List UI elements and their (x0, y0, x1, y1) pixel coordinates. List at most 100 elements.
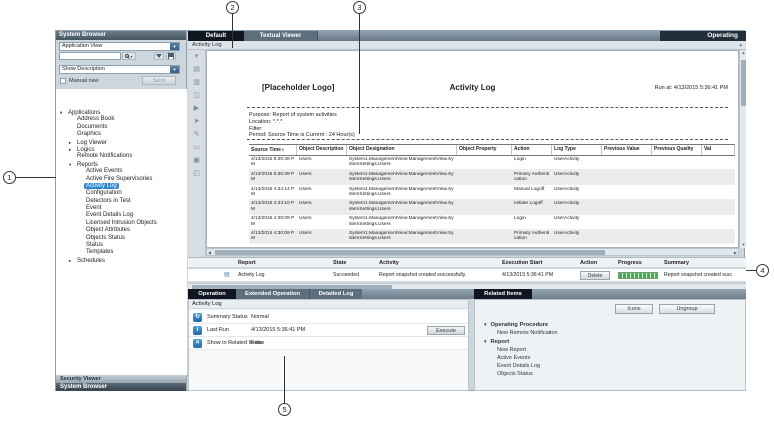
operating-mode-button[interactable]: Operating (660, 31, 746, 41)
layout-icon[interactable]: ▥ (191, 78, 203, 88)
search-input[interactable] (59, 52, 121, 60)
execute-button[interactable]: Execute (427, 326, 465, 335)
image-icon[interactable]: ▣ (191, 156, 203, 166)
tree-item[interactable]: Active Events (56, 168, 187, 175)
security-viewer-bar[interactable]: Security Viewer (56, 375, 186, 383)
execution-column-header[interactable]: Report (236, 258, 331, 267)
view-selector[interactable]: Application View ▼ (59, 42, 180, 51)
related-item[interactable]: New Report (483, 346, 741, 354)
tree-item[interactable]: ▸Logics (56, 146, 187, 153)
report-column-header[interactable]: Object Designation (347, 145, 457, 155)
frame-icon[interactable]: ◰ (191, 169, 203, 179)
tree-item[interactable]: Object Attributes (56, 227, 187, 234)
execution-column-header[interactable]: Action (578, 258, 616, 267)
tree-item[interactable]: Remote Notifications (56, 153, 187, 160)
report-row[interactable]: 4/13/2015 4:30:09 PMUsersSystem1.Managem… (249, 230, 735, 245)
report-column-header[interactable]: Object Description (297, 145, 347, 155)
summary-status-icon: ↻ (193, 313, 202, 322)
execution-column-header[interactable]: Progress (616, 258, 662, 267)
tab-extended-operation[interactable]: Extended Operation (236, 289, 310, 299)
report-column-header[interactable]: Log Type (552, 145, 602, 155)
edit-icon[interactable]: ✎ (191, 130, 203, 140)
chevron-down-icon[interactable]: ▼ (170, 43, 179, 50)
scroll-up-icon[interactable]: ▲ (740, 50, 747, 56)
save-search-button[interactable] (166, 52, 176, 60)
tree-item[interactable]: Documents (56, 124, 187, 131)
chevron-down-icon[interactable]: ▼ (170, 66, 179, 73)
tree-item[interactable]: ▾Reports (56, 161, 187, 168)
tab-related-items[interactable]: Related Items (474, 289, 532, 299)
chevron-down-icon[interactable]: ▼ (483, 322, 487, 327)
tree-item[interactable]: Activity Log (56, 183, 187, 190)
tree-item[interactable]: Objects Status (56, 235, 187, 242)
related-item[interactable]: New Remote Notification (483, 329, 741, 337)
run-report-icon[interactable]: ▶ (191, 104, 203, 114)
execution-row[interactable]: ▤ Activity LogSucceededReport snapshot c… (188, 269, 746, 282)
tree-item[interactable]: Address Book (56, 116, 187, 123)
columns-icon[interactable]: ◫ (191, 91, 203, 101)
report-column-header[interactable]: Val (702, 145, 735, 155)
scroll-down-icon[interactable]: ▼ (740, 242, 747, 248)
tree-item[interactable]: Configuration (56, 190, 187, 197)
tree-item[interactable]: Graphics (56, 131, 187, 138)
report-row[interactable]: 4/13/2015 5:30:39 PMUsersSystem1.Managem… (249, 170, 735, 185)
tree-item[interactable]: Event (56, 205, 187, 212)
related-group-header[interactable]: ▼Report (483, 337, 741, 346)
search-button[interactable]: ▾ (122, 52, 136, 60)
ungroup-button[interactable]: Ungroup (659, 304, 715, 314)
manual-nav-checkbox[interactable] (60, 78, 66, 84)
operation-row[interactable]: iLast Run4/13/2015 5:36:41 PMExecute (189, 324, 468, 337)
tab-default[interactable]: Default (188, 31, 244, 41)
report-column-header[interactable]: Object Property (457, 145, 512, 155)
report-column-header[interactable]: Action (512, 145, 552, 155)
tab-detailed-log[interactable]: Detailed Log (310, 289, 362, 299)
report-row[interactable]: 4/13/2015 5:30:39 PMUsersSystem1.Managem… (249, 156, 735, 171)
tree-item[interactable]: Active Fire Supervisories (56, 176, 187, 183)
report-row[interactable]: 4/13/2015 4:30:09 PMUsersSystem1.Managem… (249, 215, 735, 230)
report-row[interactable]: 4/13/2015 4:34:14 PMUsersSystem1.Managem… (249, 185, 735, 200)
report-column-header[interactable]: Previous Value (602, 145, 652, 155)
tree-item[interactable]: ▾Applications (56, 109, 187, 116)
tree-item[interactable]: ▸Log Viewer (56, 139, 187, 146)
view-dropdown-icon[interactable]: ▾ (191, 52, 203, 62)
tree-item[interactable]: Templates (56, 249, 187, 256)
tree-item[interactable]: Event Details Log (56, 212, 187, 219)
operation-row[interactable]: ↻Summary StatusNormal (189, 311, 468, 324)
report-row[interactable]: 4/13/2015 4:34:10 PMUsersSystem1.Managem… (249, 200, 735, 215)
chevron-down-icon[interactable]: ▼ (483, 339, 487, 344)
scrollbar-thumb[interactable] (215, 250, 605, 255)
tab-operation[interactable]: Operation (188, 289, 236, 299)
pointer-icon[interactable]: ➤ (191, 117, 203, 127)
system-browser-bar[interactable]: System Browser (56, 383, 186, 391)
execution-column-header[interactable]: Summary (662, 258, 732, 267)
tree-item[interactable]: Licensed Intrusion Objects (56, 220, 187, 227)
execution-column-header[interactable]: Execution Start (500, 258, 578, 267)
vertical-scrollbar[interactable]: ▲ ▼ (739, 50, 746, 248)
related-item[interactable]: Event Details Log (483, 362, 741, 370)
horizontal-scrollbar[interactable]: ◀ ▶ (206, 248, 739, 256)
execution-column-header[interactable]: State (331, 258, 377, 267)
scroll-left-icon[interactable]: ◀ (208, 249, 211, 256)
operation-row[interactable]: ×Show in Related ItemsFalse (189, 337, 468, 350)
filter-button[interactable] (154, 52, 164, 60)
report-column-header[interactable]: Source Time▾ (249, 145, 297, 155)
related-group-header[interactable]: ▼Operating Procedure (483, 320, 741, 329)
related-item[interactable]: Objects Status (483, 370, 741, 378)
tree-item[interactable]: Status (56, 242, 187, 249)
execution-column-header[interactable]: Activity (377, 258, 500, 267)
related-item[interactable]: Active Events (483, 354, 741, 362)
icons-button[interactable]: Icons (615, 304, 653, 314)
report-column-header[interactable]: Previous Quality (652, 145, 702, 155)
textbox-icon[interactable]: ▭ (191, 143, 203, 153)
description-selector[interactable]: Show Description ▼ (59, 65, 180, 74)
scroll-right-icon[interactable]: ▶ (734, 249, 737, 256)
collapse-icon[interactable]: ▴ (739, 41, 742, 50)
tree-item[interactable]: Detectors in Test (56, 198, 187, 205)
tree-item[interactable]: ▸Schedules (56, 257, 187, 264)
delete-button[interactable]: Delete (580, 271, 610, 280)
send-button[interactable]: Send (142, 76, 176, 85)
template-icon[interactable]: ▤ (191, 65, 203, 75)
callout-1: 1 (3, 171, 16, 184)
tab-textual-viewer[interactable]: Textual Viewer (244, 31, 318, 41)
scrollbar-thumb[interactable] (741, 60, 746, 106)
